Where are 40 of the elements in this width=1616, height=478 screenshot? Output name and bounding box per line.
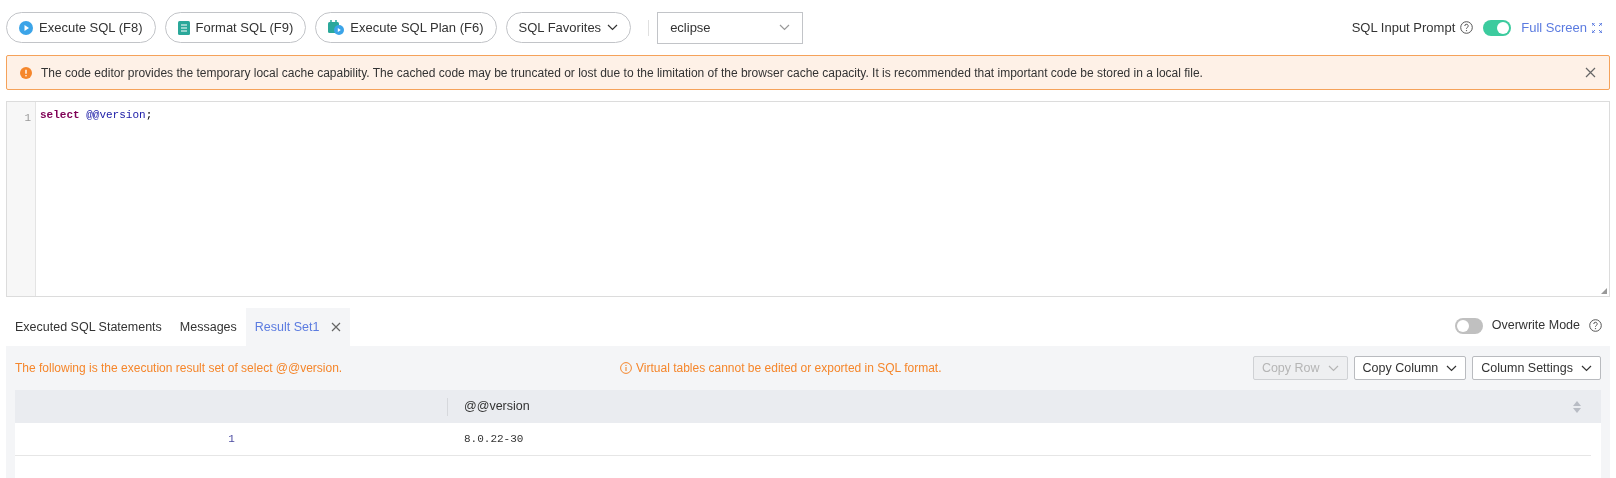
theme-select[interactable]: eclipse: [657, 11, 804, 44]
alert-message: The code editor provides the temporary local cache capability. The cached code may be truncated or lost due to the limitation of the browser cache capacity. It is recommended that important code be stored in a local file.: [41, 64, 1204, 82]
resize-handle-icon[interactable]: [1601, 288, 1607, 294]
row-number: 1: [227, 431, 236, 447]
expand-icon: [1592, 22, 1602, 33]
calendar-play-icon: [328, 20, 345, 35]
line-number: 1: [24, 112, 31, 124]
favorites-dropdown[interactable]: SQL Favorites: [505, 12, 632, 43]
result-tab[interactable]: Executed SQL Statements: [6, 308, 171, 346]
toolbar-button[interactable]: Execute SQL (F8): [6, 12, 156, 43]
toggle-switch[interactable]: [1454, 317, 1483, 334]
chevron-down-icon: [1327, 364, 1339, 372]
help-icon: [1460, 21, 1474, 34]
help-icon: [1589, 319, 1602, 332]
prompt-label: SQL Input Prompt: [1351, 18, 1456, 37]
full-screen-link[interactable]: Full Screen: [1521, 17, 1602, 38]
info-icon: [620, 362, 632, 374]
sort-icon[interactable]: [1573, 400, 1581, 413]
action-dropdown[interactable]: Column Settings: [1472, 356, 1601, 380]
toolbar-button[interactable]: Format SQL (F9): [164, 12, 307, 43]
toggle-switch[interactable]: [1483, 19, 1512, 36]
document-icon: [177, 20, 190, 35]
code-line: select @@version;: [40, 108, 154, 123]
chevron-down-icon: [607, 24, 619, 31]
play-icon: [19, 20, 33, 35]
overwrite-label: Overwrite Mode: [1491, 317, 1580, 335]
result-tab[interactable]: Result Set1: [245, 308, 351, 346]
chevron-down-icon: [1446, 364, 1458, 372]
close-icon[interactable]: [1585, 67, 1596, 78]
result-tab[interactable]: Messages: [170, 308, 246, 346]
toolbar-button[interactable]: Execute SQL Plan (F6): [315, 12, 497, 43]
close-icon[interactable]: [331, 322, 342, 332]
table-cell-text: 8.0.22-30: [463, 431, 525, 447]
warning-text: Virtual tables cannot be edited or exported in SQL format.: [636, 360, 942, 377]
code-editor[interactable]: 1 select @@version;: [6, 101, 1610, 297]
warning-icon: [20, 66, 32, 79]
chevron-down-icon: [779, 24, 791, 31]
chevron-down-icon: [1581, 364, 1592, 372]
action-dropdown[interactable]: Copy Column: [1353, 356, 1467, 380]
result-summary: The following is the execution result set of select @@version.: [15, 360, 344, 377]
